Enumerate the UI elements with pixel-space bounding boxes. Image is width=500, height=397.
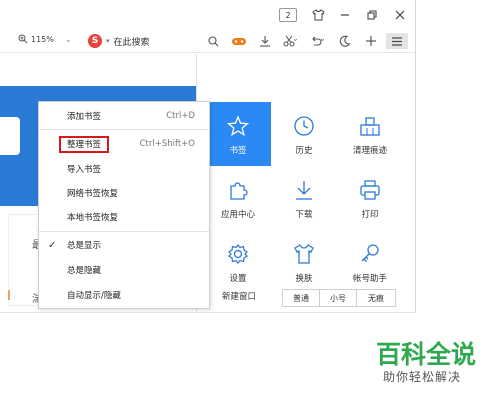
panel-cell-label: 应用中心 [220,210,255,220]
menu-item-always-show[interactable]: ✓ 总是显示 [39,235,209,255]
menu-item-always-hide[interactable]: 总是隐藏 [39,260,209,280]
gear-icon [225,242,251,266]
menu-icon[interactable] [386,33,408,49]
panel-cell-label: 换肤 [295,274,313,284]
printer-icon [357,178,383,202]
menu-item-add-bookmark[interactable]: 添加书签 Ctrl+D [39,106,209,126]
panel-cell-history[interactable]: 历史 [271,102,337,166]
panel-cell-settings[interactable]: 设置 [205,230,271,294]
menu-item-label: 网络书签恢复 [67,189,119,199]
menu-item-restore-local-bookmarks[interactable]: 本地书签恢复 [39,207,209,227]
highlight-box [59,136,109,153]
scissors-icon[interactable] [281,33,299,49]
small-window-button[interactable]: 小号 [319,289,357,307]
minimize-icon[interactable] [334,6,356,24]
tools-panel: 书签 历史 清理痕迹 应用中心 下载 打印 设置 换肤 帐号助手 [196,54,415,312]
menu-item-shortcut: Ctrl+D [166,111,195,121]
search-icon[interactable] [204,33,222,49]
panel-cell-bookmarks[interactable]: 书签 [205,102,271,166]
panel-cell-label: 下载 [295,210,313,220]
menu-item-label: 总是隐藏 [67,266,102,276]
panel-cell-skin[interactable]: 换肤 [271,230,337,294]
star-icon [225,114,251,138]
browser-window: 2 115% ⌄ S ▾ 在此搜索 最 湍 书签 历史 清理痕迹 应用中心 下载… [0,0,416,313]
broom-icon [357,114,383,138]
close-icon[interactable] [389,6,411,24]
menu-item-label: 自动显示/隐藏 [67,291,121,301]
search-engine-logo-icon[interactable]: S [88,34,102,48]
checkmark-icon: ✓ [48,239,57,251]
shirt-icon[interactable] [307,6,329,24]
chevron-down-icon: ▾ [106,37,110,45]
menu-divider [39,129,209,130]
panel-cell-account-helper[interactable]: 帐号助手 [337,230,403,294]
zoom-level: 115% [31,34,54,44]
panel-cell-label: 历史 [295,146,313,156]
button-label: 小号 [330,293,346,303]
chevron-down-icon: ⌄ [64,34,72,44]
search-box[interactable]: S ▾ 在此搜索 [88,33,198,49]
panel-cell-downloads[interactable]: 下载 [271,166,337,230]
menu-item-label: 添加书签 [67,112,102,122]
restore-icon[interactable] [361,6,383,24]
menu-item-import-bookmarks[interactable]: 导入书签 [39,159,209,179]
menu-item-label: 导入书签 [67,165,102,175]
puzzle-icon [225,178,251,202]
button-label: 无痕 [368,293,384,303]
panel-cell-label: 帐号助手 [352,274,387,284]
button-label: 普通 [293,293,309,303]
zoom-icon [18,34,28,44]
panel-cell-print[interactable]: 打印 [337,166,403,230]
new-tab-icon[interactable] [362,33,380,49]
key-icon [357,242,383,266]
menu-item-auto-show-hide[interactable]: 自动显示/隐藏 [39,285,209,305]
menu-item-shortcut: Ctrl+Shift+O [139,139,195,149]
menu-divider [39,231,209,232]
moon-icon[interactable] [336,33,354,49]
panel-cell-app-center[interactable]: 应用中心 [205,166,271,230]
menu-item-label: 本地书签恢复 [67,213,119,223]
watermark-subtitle: 助你轻松解决 [383,370,462,384]
panel-cell-label: 设置 [229,274,247,284]
panel-cell-label: 打印 [361,210,379,220]
menu-item-restore-network-bookmarks[interactable]: 网络书签恢复 [39,183,209,203]
incognito-window-button[interactable]: 无痕 [356,289,396,307]
new-window-label: 新建窗口 [222,292,257,302]
zoom-control[interactable]: 115% ⌄ [18,34,72,44]
download-icon[interactable] [256,33,274,49]
bookmark-menu: 添加书签 Ctrl+D 整理书签 Ctrl+Shift+O 导入书签 网络书签恢… [38,101,210,309]
normal-window-button[interactable]: 普通 [282,289,320,307]
panel-cell-label: 书签 [229,146,247,156]
undo-icon[interactable] [308,33,326,49]
search-placeholder: 在此搜索 [113,37,150,48]
page-banner-box [0,117,20,155]
clock-icon [291,114,317,138]
watermark-title: 百科全说 [376,340,477,369]
tab-counter-badge[interactable]: 2 [279,8,297,22]
panel-cell-label: 清理痕迹 [352,146,387,156]
game-icon[interactable] [230,33,248,49]
menu-item-label: 总是显示 [67,241,102,251]
tab-counter-value: 2 [285,10,291,20]
shirt-icon [291,242,317,266]
page-marker [8,290,10,300]
download-icon [291,178,317,202]
panel-cell-clear-traces[interactable]: 清理痕迹 [337,102,403,166]
